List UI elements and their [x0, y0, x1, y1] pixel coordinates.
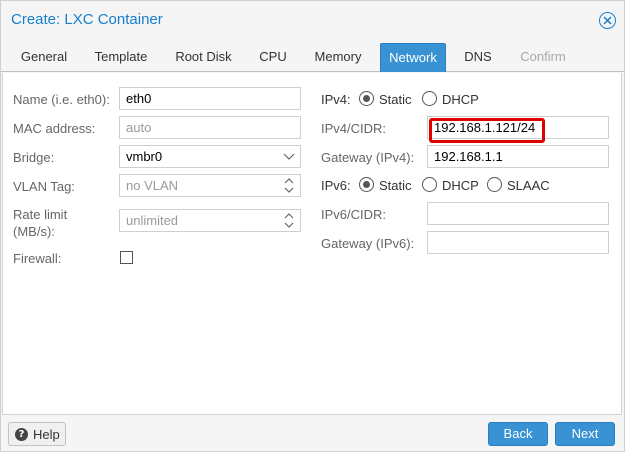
tab-memory[interactable]: Memory [305, 43, 371, 72]
ipv4-cidr-label: IPv4/CIDR: [321, 121, 387, 136]
network-form-panel: Name (i.e. eth0): eth0 MAC address: auto… [2, 73, 622, 415]
vlan-tag-input[interactable]: no VLAN [119, 174, 301, 197]
mac-address-input[interactable]: auto [119, 116, 301, 139]
lxc-create-dialog: Create: LXC Container General Template R… [0, 0, 625, 452]
tab-bar: General Template Root Disk CPU Memory Ne… [1, 43, 624, 72]
name-input[interactable]: eth0 [119, 87, 301, 110]
ipv4-static-radio[interactable] [359, 91, 374, 106]
name-label: Name (i.e. eth0): [13, 92, 110, 107]
firewall-checkbox[interactable] [120, 251, 133, 264]
tab-cpu[interactable]: CPU [250, 43, 296, 72]
help-button[interactable]: ? Help [8, 422, 66, 446]
firewall-label: Firewall: [13, 251, 62, 266]
ipv6-static-label: Static [379, 178, 412, 193]
ipv6-slaac-label: SLAAC [507, 178, 550, 193]
tab-dns[interactable]: DNS [455, 43, 501, 72]
ipv6-dhcp-label: DHCP [442, 178, 479, 193]
gateway-ipv6-label: Gateway (IPv6): [321, 236, 415, 251]
bridge-label: Bridge: [13, 150, 55, 165]
gateway-ipv4-input[interactable]: 192.168.1.1 [427, 145, 609, 168]
tab-general[interactable]: General [12, 43, 76, 72]
vlan-tag-placeholder: no VLAN [126, 178, 179, 193]
title-bar: Create: LXC Container [1, 1, 624, 39]
ipv6-cidr-input[interactable] [427, 202, 609, 225]
tab-root-disk[interactable]: Root Disk [166, 43, 241, 72]
tab-template[interactable]: Template [85, 43, 157, 72]
ipv6-cidr-label: IPv6/CIDR: [321, 207, 387, 222]
back-button[interactable]: Back [488, 422, 548, 446]
rate-limit-label-line2: (MB/s): [13, 224, 55, 239]
ipv6-dhcp-radio[interactable] [422, 177, 437, 192]
bridge-value: vmbr0 [126, 149, 163, 164]
gateway-ipv4-label: Gateway (IPv4): [321, 150, 415, 165]
ipv6-label: IPv6: [321, 178, 351, 193]
close-icon [603, 16, 612, 25]
ipv4-label: IPv4: [321, 92, 351, 107]
tab-confirm: Confirm [520, 49, 566, 64]
dialog-footer: ? Help Back Next [1, 415, 624, 451]
ipv4-dhcp-radio[interactable] [422, 91, 437, 106]
spinner-icon[interactable] [281, 210, 297, 231]
ipv4-static-label: Static [379, 92, 412, 107]
rate-limit-placeholder: unlimited [126, 213, 179, 228]
rate-limit-input[interactable]: unlimited [119, 209, 301, 232]
ipv4-cidr-input[interactable]: 192.168.1.121/24 [427, 116, 609, 139]
ipv4-dhcp-label: DHCP [442, 92, 479, 107]
mac-address-label: MAC address: [13, 121, 96, 136]
chevron-down-icon[interactable] [281, 146, 297, 167]
tab-network[interactable]: Network [380, 43, 446, 72]
next-button[interactable]: Next [555, 422, 615, 446]
rate-limit-label-line1: Rate limit [13, 207, 68, 222]
ipv6-slaac-radio[interactable] [487, 177, 502, 192]
dialog-title: Create: LXC Container [11, 11, 163, 28]
bridge-select[interactable]: vmbr0 [119, 145, 301, 168]
close-button[interactable] [599, 12, 616, 29]
question-icon: ? [15, 428, 28, 441]
vlan-tag-label: VLAN Tag: [13, 179, 75, 194]
spinner-icon[interactable] [281, 175, 297, 196]
ipv6-static-radio[interactable] [359, 177, 374, 192]
gateway-ipv6-input[interactable] [427, 231, 609, 254]
help-label: Help [33, 427, 60, 442]
